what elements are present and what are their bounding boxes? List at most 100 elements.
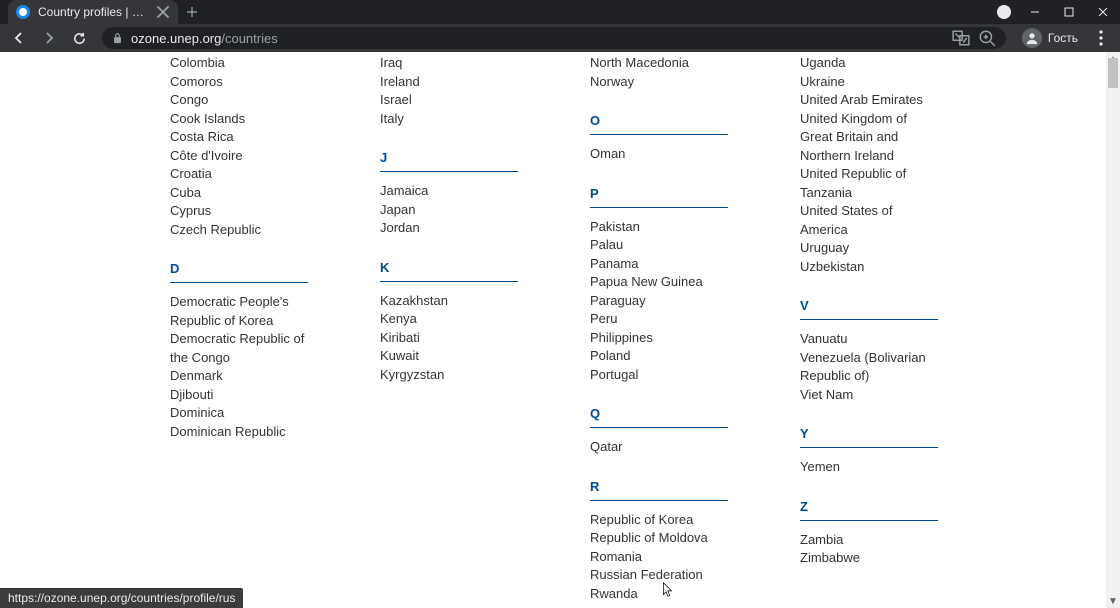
letter-header-d: D: [170, 261, 310, 276]
country-link[interactable]: Philippines: [590, 329, 728, 348]
translate-icon[interactable]: [952, 29, 970, 47]
letter-header-y: Y: [800, 426, 940, 441]
url-text: ozone.unep.org/countries: [131, 31, 944, 46]
profile-chip[interactable]: Гость: [1016, 28, 1084, 48]
window-minimize-button[interactable]: [1018, 0, 1052, 24]
country-link[interactable]: Vanuatu: [800, 330, 938, 349]
letter-header-o: O: [590, 113, 730, 128]
country-link[interactable]: Romania: [590, 548, 728, 567]
country-link[interactable]: Republic of Moldova: [590, 529, 728, 548]
country-link[interactable]: Peru: [590, 310, 728, 329]
country-link[interactable]: Papua New Guinea: [590, 273, 728, 292]
country-link[interactable]: Oman: [590, 145, 728, 164]
country-link[interactable]: Côte d'Ivoire: [170, 147, 308, 166]
country-link[interactable]: Kuwait: [380, 347, 518, 366]
country-list: North MacedoniaNorway: [590, 52, 728, 91]
country-link[interactable]: Democratic People's Republic of Korea: [170, 293, 308, 330]
country-link[interactable]: Kenya: [380, 310, 518, 329]
country-link[interactable]: Ireland: [380, 73, 518, 92]
letter-divider: [590, 134, 728, 135]
country-link[interactable]: Venezuela (Bolivarian Republic of): [800, 349, 938, 386]
country-list: Democratic People's Republic of KoreaDem…: [170, 293, 308, 441]
country-link[interactable]: Djibouti: [170, 386, 308, 405]
country-link[interactable]: Kiribati: [380, 329, 518, 348]
country-link[interactable]: Uganda: [800, 54, 938, 73]
country-link[interactable]: Cyprus: [170, 202, 308, 221]
country-link[interactable]: Palau: [590, 236, 728, 255]
country-link[interactable]: Jamaica: [380, 182, 518, 201]
country-link[interactable]: Cook Islands: [170, 110, 308, 129]
country-link[interactable]: Russian Federation: [590, 566, 728, 585]
window-controls: [1018, 0, 1120, 24]
country-link[interactable]: Denmark: [170, 367, 308, 386]
country-link[interactable]: Paraguay: [590, 292, 728, 311]
country-link[interactable]: Dominica: [170, 404, 308, 423]
browser-menu-button[interactable]: [1088, 30, 1114, 46]
country-link[interactable]: Norway: [590, 73, 728, 92]
country-list: Oman: [590, 145, 728, 164]
country-link[interactable]: Croatia: [170, 165, 308, 184]
country-link[interactable]: United Kingdom of Great Britain and Nort…: [800, 110, 938, 166]
address-bar[interactable]: ozone.unep.org/countries: [102, 27, 1006, 49]
letter-header-v: V: [800, 298, 940, 313]
url-host: ozone.unep.org: [131, 31, 221, 46]
country-list: PakistanPalauPanamaPapua New GuineaParag…: [590, 218, 728, 385]
forward-button[interactable]: [36, 25, 62, 51]
country-link[interactable]: Costa Rica: [170, 128, 308, 147]
country-link[interactable]: Kazakhstan: [380, 292, 518, 311]
country-column-4: UgandaUkraineUnited Arab EmiratesUnited …: [800, 52, 940, 568]
back-button[interactable]: [6, 25, 32, 51]
country-link[interactable]: Uzbekistan: [800, 258, 938, 277]
country-link[interactable]: Qatar: [590, 438, 728, 457]
country-link[interactable]: Pakistan: [590, 218, 728, 237]
letter-divider: [590, 500, 728, 501]
country-link[interactable]: North Macedonia: [590, 54, 728, 73]
country-link[interactable]: United States of America: [800, 202, 938, 239]
window-maximize-button[interactable]: [1052, 0, 1086, 24]
browser-tab[interactable]: Country profiles | Ozone Secretar: [8, 0, 178, 24]
country-link[interactable]: Uruguay: [800, 239, 938, 258]
country-link[interactable]: Dominican Republic: [170, 423, 308, 442]
country-link[interactable]: Israel: [380, 91, 518, 110]
country-link[interactable]: Japan: [380, 201, 518, 220]
country-link[interactable]: Portugal: [590, 366, 728, 385]
country-link[interactable]: United Arab Emirates: [800, 91, 938, 110]
country-link[interactable]: Panama: [590, 255, 728, 274]
country-link[interactable]: Zambia: [800, 531, 938, 550]
country-link[interactable]: Congo: [170, 91, 308, 110]
country-link[interactable]: Democratic Republic of the Congo: [170, 330, 308, 367]
country-link[interactable]: Iraq: [380, 54, 518, 73]
url-path: /countries: [221, 31, 277, 46]
country-link[interactable]: Yemen: [800, 458, 938, 477]
country-link[interactable]: Czech Republic: [170, 221, 308, 240]
new-tab-button[interactable]: [178, 0, 206, 24]
letter-header-q: Q: [590, 406, 730, 421]
country-link[interactable]: Jordan: [380, 219, 518, 238]
window-close-button[interactable]: [1086, 0, 1120, 24]
country-link[interactable]: United Republic of Tanzania: [800, 165, 938, 202]
letter-header-j: J: [380, 150, 520, 165]
letter-header-r: R: [590, 479, 730, 494]
country-link[interactable]: Kyrgyzstan: [380, 366, 518, 385]
country-link[interactable]: Colombia: [170, 54, 308, 73]
country-link[interactable]: Poland: [590, 347, 728, 366]
country-list: Republic of KoreaRepublic of MoldovaRoma…: [590, 511, 728, 604]
country-link[interactable]: Comoros: [170, 73, 308, 92]
zoom-icon[interactable]: [978, 29, 996, 47]
country-link[interactable]: Italy: [380, 110, 518, 129]
country-link[interactable]: Ukraine: [800, 73, 938, 92]
country-link[interactable]: Zimbabwe: [800, 549, 938, 568]
reload-button[interactable]: [66, 25, 92, 51]
country-link[interactable]: Republic of Korea: [590, 511, 728, 530]
scrollbar-thumb[interactable]: [1108, 58, 1118, 88]
tab-strip: Country profiles | Ozone Secretar: [0, 0, 206, 24]
country-link[interactable]: Cuba: [170, 184, 308, 203]
scroll-down-arrow[interactable]: ▼: [1106, 594, 1120, 608]
country-link[interactable]: Viet Nam: [800, 386, 938, 405]
country-link[interactable]: Rwanda: [590, 585, 728, 604]
vertical-scrollbar[interactable]: ▲ ▼: [1106, 52, 1120, 608]
tab-close-icon[interactable]: [156, 5, 170, 19]
country-list: ZambiaZimbabwe: [800, 531, 938, 568]
country-column-3: North MacedoniaNorwayOOmanPPakistanPalau…: [590, 52, 730, 603]
country-list: IraqIrelandIsraelItaly: [380, 52, 518, 128]
